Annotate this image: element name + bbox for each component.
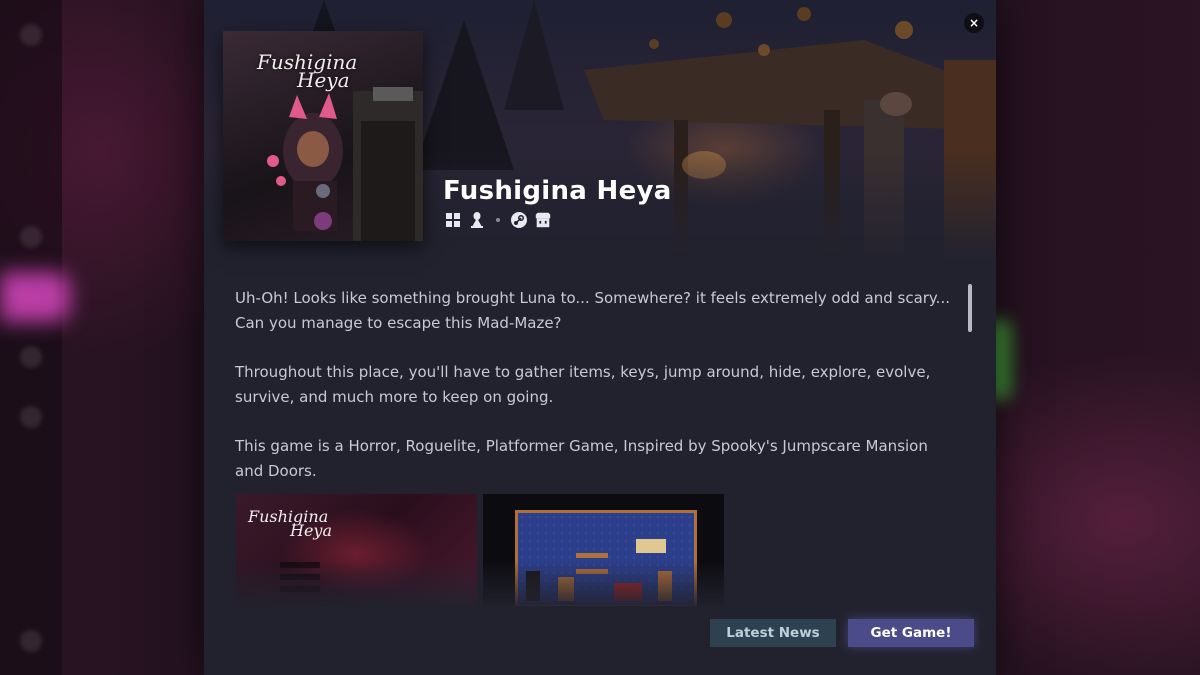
- description-paragraph: Uh-Oh! Looks like something brought Luna…: [235, 289, 950, 332]
- get-game-button[interactable]: Get Game!: [848, 619, 974, 647]
- linux-icon: [468, 211, 486, 229]
- game-details-modal: Fushigina Heya × Fushigina Heya Uh-Oh! L…: [204, 0, 996, 675]
- game-title: Fushigina Heya: [443, 176, 672, 206]
- description-scrollbar[interactable]: [968, 284, 972, 332]
- platform-icons: [444, 211, 552, 229]
- platform-separator: [496, 218, 500, 222]
- background-active-nav-item: [0, 272, 70, 322]
- cover-logo-text: Fushigina Heya: [257, 50, 358, 92]
- game-cover-art: Fushigina Heya: [223, 31, 423, 241]
- itch-io-icon: [534, 211, 552, 229]
- screenshot-logo-text: Fushigina Heya: [248, 507, 332, 540]
- steam-icon: [510, 211, 528, 229]
- description-paragraph: This game is a Horror, Roguelite, Platfo…: [235, 437, 928, 480]
- latest-news-button[interactable]: Latest News: [710, 619, 836, 647]
- close-button[interactable]: ×: [964, 13, 984, 33]
- description-paragraph: Throughout this place, you'll have to ga…: [235, 363, 931, 406]
- background-sidebar: [0, 0, 62, 675]
- game-description: Uh-Oh! Looks like something brought Luna…: [235, 286, 957, 508]
- gallery-fade: [204, 560, 996, 610]
- windows-icon: [444, 211, 462, 229]
